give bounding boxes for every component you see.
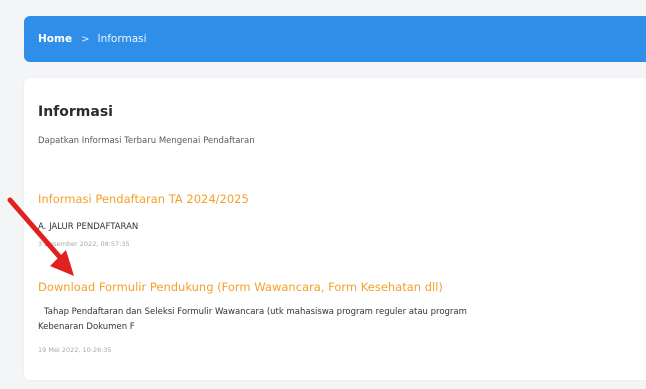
information-card: Informasi Dapatkan Informasi Terbaru Men…: [24, 78, 646, 380]
breadcrumb: Home > Informasi: [24, 16, 646, 62]
info-item-body-text: A. JALUR PENDAFTARAN: [38, 222, 139, 232]
info-item-title-download-formulir[interactable]: Download Formulir Pendukung (Form Wawanc…: [38, 280, 443, 294]
page-title: Informasi: [38, 104, 113, 120]
info-item-body-line: Tahap Pendaftaran dan Seleksi Formulir W…: [44, 307, 467, 317]
info-item-date: 3 Desember 2022, 08:57:35: [38, 240, 130, 248]
info-item-body: A. JALUR PENDAFTARAN: [38, 220, 646, 235]
info-item-body: Tahap Pendaftaran dan Seleksi Formulir W…: [38, 305, 646, 335]
breadcrumb-home-link[interactable]: Home: [38, 33, 72, 45]
page-subtitle: Dapatkan Informasi Terbaru Mengenai Pend…: [38, 136, 255, 146]
info-item-title-pendaftaran[interactable]: Informasi Pendaftaran TA 2024/2025: [38, 192, 249, 206]
info-item-body-line: Kebenaran Dokumen F: [38, 322, 135, 332]
info-item-date: 19 Mei 2022, 10:26:35: [38, 346, 112, 354]
breadcrumb-current: Informasi: [97, 33, 147, 45]
breadcrumb-separator-icon: >: [81, 33, 90, 45]
